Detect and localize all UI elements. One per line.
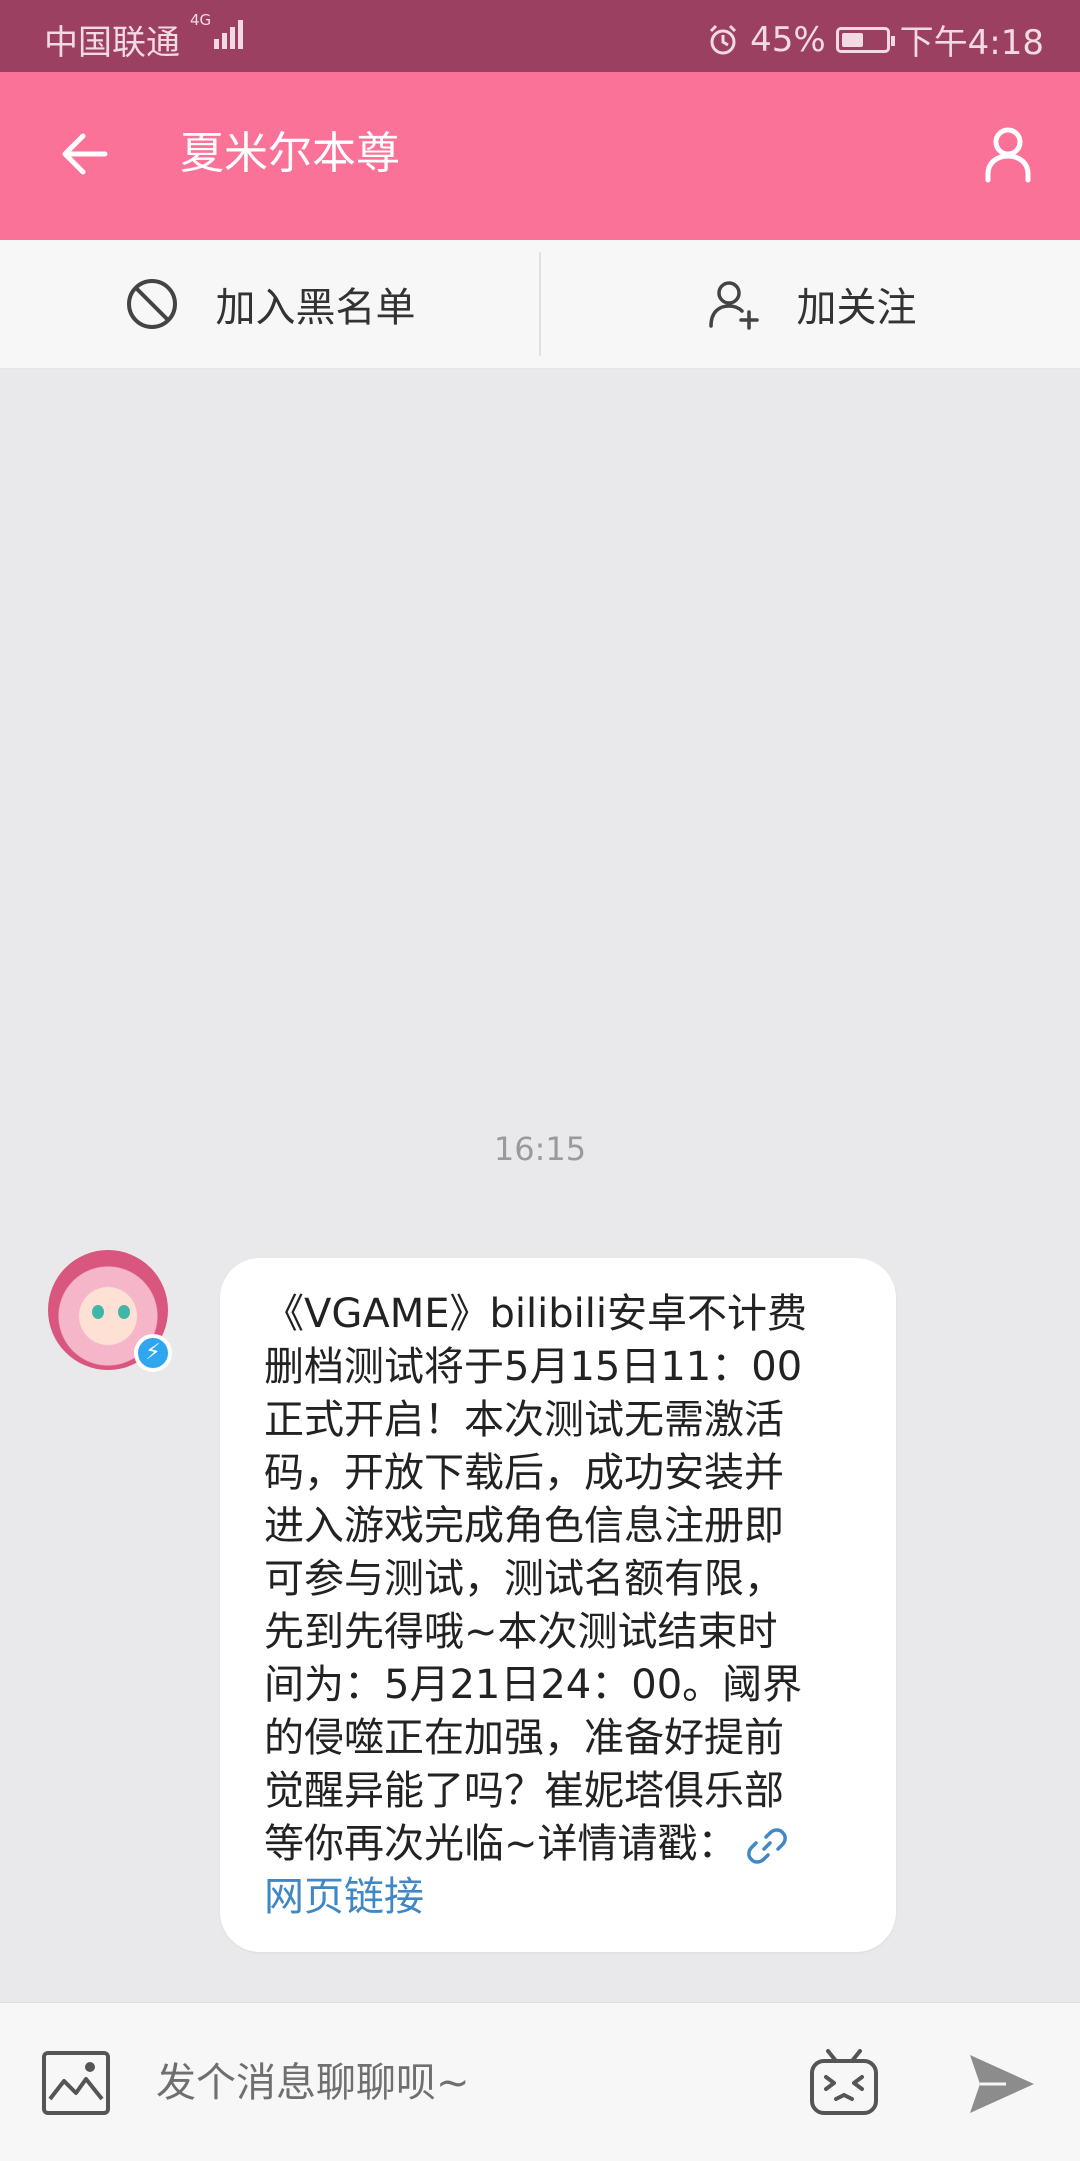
network-type: 4G: [190, 11, 212, 29]
message-line: 《VGAME》bilibili安卓不计费: [264, 1291, 807, 1337]
link-icon[interactable]: [746, 1825, 788, 1867]
blacklist-label: 加入黑名单: [215, 285, 416, 331]
image-icon[interactable]: [40, 2047, 112, 2119]
message-line: 进入游戏完成角色信息注册即: [264, 1503, 784, 1549]
battery-percent: 45%: [750, 19, 826, 60]
bilibili-emoji-icon[interactable]: [806, 2043, 882, 2119]
message-line: 码，开放下载后，成功安装并: [264, 1450, 784, 1496]
message-line: 间为：5月21日24：00。阈界: [264, 1662, 803, 1708]
message-bubble: 《VGAME》bilibili安卓不计费 删档测试将于5月15日11：00 正式…: [220, 1258, 896, 1952]
conversation-title: 夏米尔本尊: [180, 128, 400, 179]
message-line: 的侵噬正在加强，准备好提前: [264, 1715, 784, 1761]
avatar-eye: [92, 1305, 104, 1319]
signal-icon: [214, 20, 243, 49]
follow-label: 加关注: [796, 285, 917, 331]
battery-icon: [835, 26, 895, 53]
alarm-icon: [710, 24, 737, 54]
app-bar: 夏米尔本尊: [0, 72, 1080, 240]
blacklist-button[interactable]: 加入黑名单: [0, 240, 539, 368]
clock: 下午4:18: [899, 23, 1044, 63]
add-user-icon: [708, 281, 759, 330]
web-link[interactable]: 网页链接: [264, 1871, 854, 1924]
avatar[interactable]: ⚡: [48, 1250, 172, 1372]
send-icon[interactable]: [966, 2049, 1038, 2119]
message-line-with-link: 等你再次光临~详情请戳：: [264, 1818, 854, 1871]
message-line: 等你再次光临~详情请戳：: [264, 1821, 738, 1867]
message-input[interactable]: 发个消息聊聊呗~: [156, 2053, 470, 2113]
arrow-left-icon[interactable]: [55, 124, 115, 184]
message-line: 删档测试将于5月15日11：00: [264, 1344, 803, 1390]
message-line: 正式开启！本次测试无需激活: [264, 1397, 784, 1443]
message-line: 可参与测试，测试名额有限，: [264, 1556, 784, 1602]
message-line: 觉醒异能了吗？崔妮塔俱乐部: [264, 1768, 784, 1814]
avatar-eye: [118, 1305, 130, 1319]
carrier-name: 中国联通: [44, 23, 180, 63]
lightning-badge-icon: ⚡: [134, 1334, 172, 1372]
user-icon[interactable]: [976, 122, 1040, 186]
message-composer: 发个消息聊聊呗~: [0, 2002, 1080, 2161]
block-icon: [126, 279, 177, 329]
message-timestamp: 16:15: [493, 1130, 587, 1168]
status-bar: 中国联通 4G 45% 下午4:18: [0, 0, 1080, 72]
message-line: 先到先得哦~本次测试结束时: [264, 1609, 778, 1655]
status-right: 45% 下午4:18: [706, 15, 1044, 64]
follow-button[interactable]: 加关注: [541, 240, 1080, 368]
action-bar: 加入黑名单 加关注: [0, 240, 1080, 369]
